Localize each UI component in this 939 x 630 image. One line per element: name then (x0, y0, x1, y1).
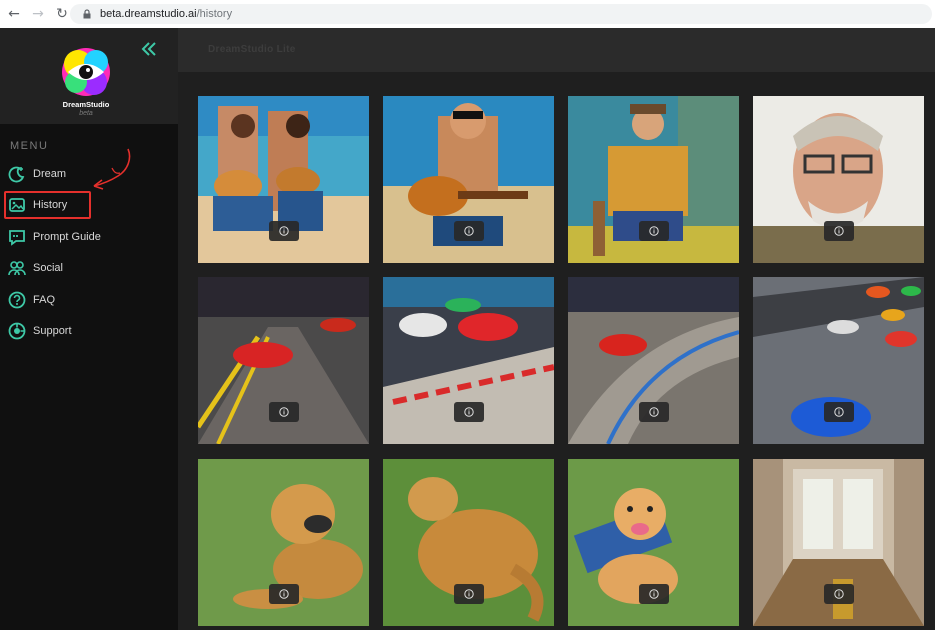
sidebar-item-label: Prompt Guide (33, 231, 101, 243)
reload-icon[interactable]: ↻ (52, 4, 72, 24)
forward-arrow-icon[interactable]: → (28, 4, 48, 24)
collapse-sidebar-icon[interactable] (140, 40, 158, 58)
dreamstudio-logo-icon[interactable] (58, 44, 114, 100)
history-image-tile[interactable] (568, 459, 739, 626)
history-image-tile[interactable] (753, 96, 924, 263)
info-icon (279, 407, 289, 417)
brand-name: DreamStudio (62, 100, 110, 109)
history-image-tile[interactable] (383, 459, 554, 626)
info-button[interactable] (454, 402, 484, 422)
sidebar-item-social[interactable]: Social (8, 256, 172, 280)
info-button[interactable] (824, 221, 854, 241)
faq-icon (8, 291, 26, 309)
brand-subtitle: beta (79, 110, 93, 117)
back-arrow-icon[interactable]: ← (4, 4, 24, 24)
info-icon (834, 407, 844, 417)
history-image-tile[interactable] (198, 96, 369, 263)
lock-icon (83, 9, 91, 19)
info-button[interactable] (824, 584, 854, 604)
info-icon (834, 226, 844, 236)
info-button[interactable] (269, 221, 299, 241)
info-button[interactable] (269, 402, 299, 422)
dreamstudio-app: DreamStudio beta MENU Dream History Prom… (0, 28, 935, 630)
history-gallery (198, 96, 928, 630)
info-button[interactable] (639, 221, 669, 241)
social-icon (8, 259, 26, 277)
app-title: DreamStudio Lite (208, 44, 296, 55)
info-button[interactable] (454, 221, 484, 241)
info-icon (464, 226, 474, 236)
url-host: beta.dreamstudio.ai (100, 8, 197, 20)
history-highlight-box (4, 191, 91, 219)
dream-icon (8, 165, 26, 183)
info-button[interactable] (639, 584, 669, 604)
address-bar[interactable]: beta.dreamstudio.ai/history (70, 4, 932, 24)
info-icon (464, 589, 474, 599)
sidebar-item-label: Dream (33, 168, 67, 180)
prompt-guide-icon (8, 228, 26, 246)
annotation-arrow-icon (93, 148, 131, 190)
sidebar: DreamStudio beta MENU Dream History Prom… (0, 28, 178, 630)
info-icon (649, 589, 659, 599)
history-image-tile[interactable] (198, 277, 369, 444)
sidebar-item-support[interactable]: Support (8, 319, 172, 343)
browser-toolbar: ← → ↻ beta.dreamstudio.ai/history (0, 0, 939, 28)
sidebar-item-prompt-guide[interactable]: Prompt Guide (8, 225, 172, 249)
history-image-tile[interactable] (753, 277, 924, 444)
history-image-tile[interactable] (198, 459, 369, 626)
history-image-tile[interactable] (568, 96, 739, 263)
sidebar-item-label: FAQ (33, 294, 56, 306)
info-icon (279, 589, 289, 599)
sidebar-item-label: Social (33, 262, 63, 274)
info-icon (649, 407, 659, 417)
info-icon (649, 226, 659, 236)
history-image-tile[interactable] (383, 277, 554, 444)
history-image-tile[interactable] (383, 96, 554, 263)
history-image-tile[interactable] (568, 277, 739, 444)
info-icon (464, 407, 474, 417)
sidebar-item-label: Support (33, 325, 72, 337)
info-icon (279, 226, 289, 236)
url-path: /history (196, 8, 233, 20)
info-icon (834, 589, 844, 599)
menu-heading: MENU (10, 140, 49, 152)
info-button[interactable] (824, 402, 854, 422)
info-button[interactable] (454, 584, 484, 604)
history-image-tile[interactable] (753, 459, 924, 626)
info-button[interactable] (269, 584, 299, 604)
sidebar-item-faq[interactable]: FAQ (8, 288, 172, 312)
support-icon (8, 322, 26, 340)
info-button[interactable] (639, 402, 669, 422)
